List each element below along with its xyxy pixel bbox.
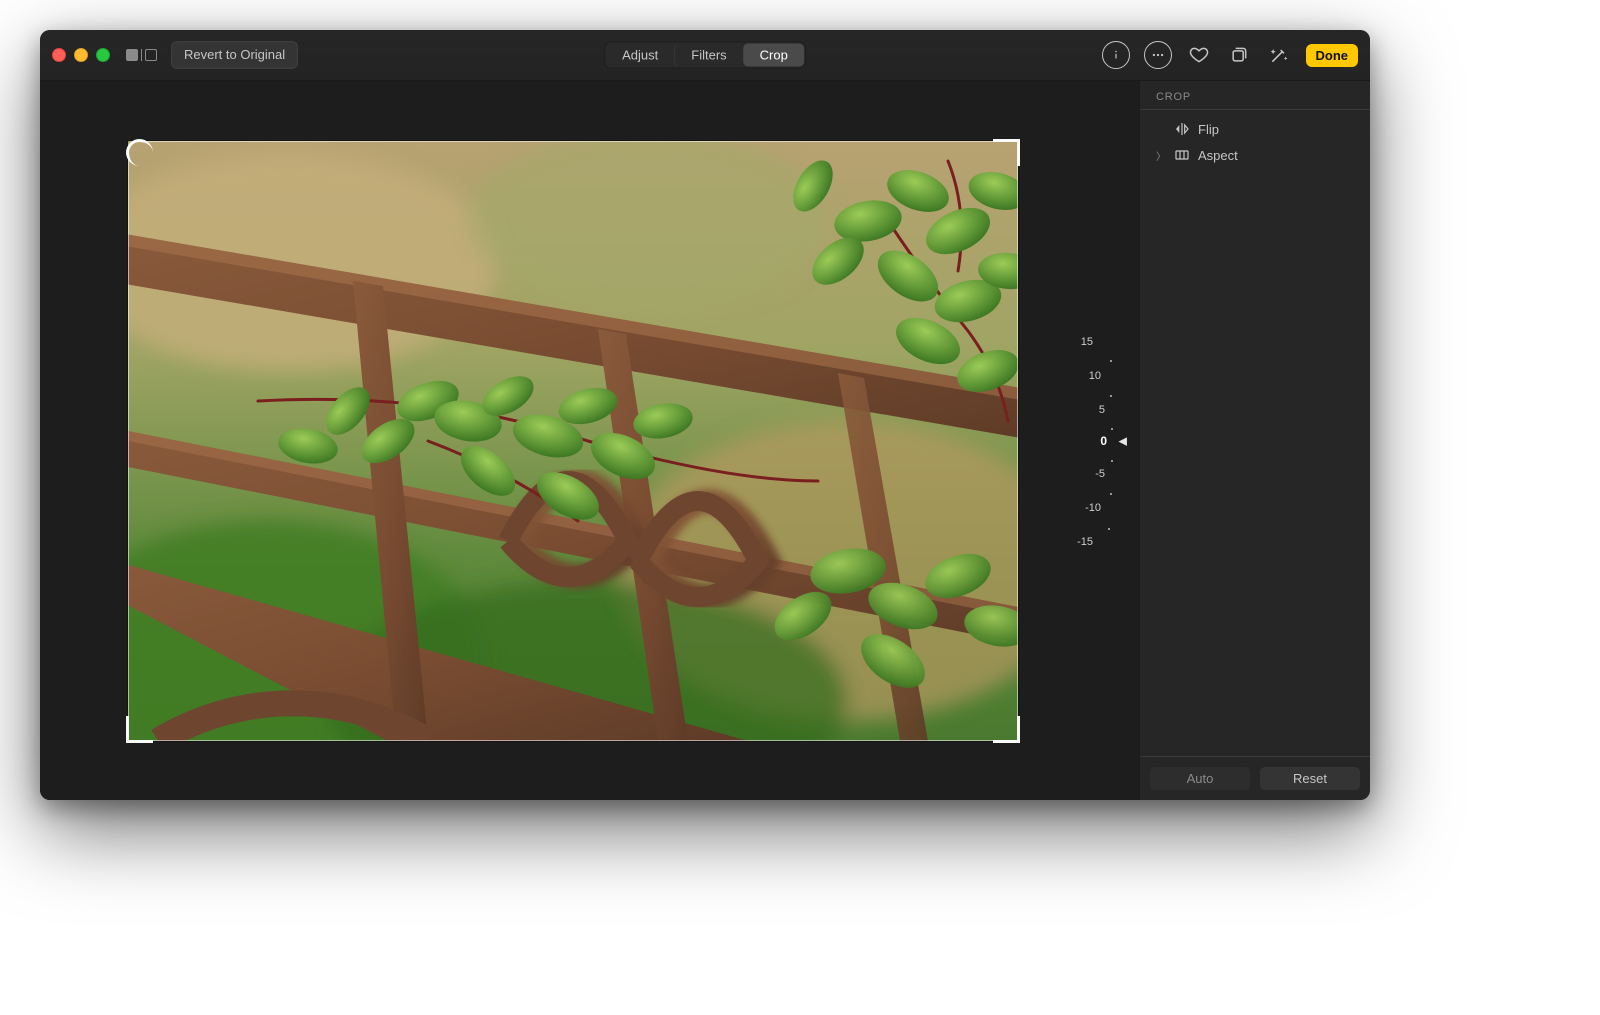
panel-list: Flip 〉 Aspect bbox=[1140, 110, 1370, 174]
svg-text:0: 0 bbox=[1100, 434, 1107, 448]
crop-handle-bl[interactable] bbox=[120, 721, 148, 749]
svg-text:-15: -15 bbox=[1077, 536, 1093, 548]
toolbar: Revert to Original Adjust Filters Crop bbox=[40, 30, 1370, 81]
rotate-icon bbox=[1229, 45, 1249, 65]
favorite-button[interactable] bbox=[1186, 42, 1212, 68]
aspect-icon bbox=[1174, 147, 1190, 163]
chevron-right-icon: 〉 bbox=[1156, 148, 1166, 163]
panel-title: CROP bbox=[1140, 81, 1370, 110]
auto-enhance-button[interactable] bbox=[1266, 42, 1292, 68]
svg-text:5: 5 bbox=[1099, 404, 1105, 416]
edit-mode-tabs: Adjust Filters Crop bbox=[604, 42, 806, 69]
tab-adjust[interactable]: Adjust bbox=[606, 44, 674, 67]
more-button[interactable] bbox=[1144, 41, 1172, 69]
dial-svg: 15 10 5 0 -5 -10 -15 bbox=[873, 321, 1113, 561]
crop-handle-tl[interactable] bbox=[120, 133, 148, 161]
toolbar-right: Done bbox=[1102, 41, 1359, 69]
info-icon bbox=[1109, 48, 1123, 62]
straighten-dial[interactable]: 15 10 5 0 -5 -10 -15 bbox=[873, 321, 1113, 561]
crop-handle-tr[interactable] bbox=[998, 133, 1026, 161]
done-button[interactable]: Done bbox=[1306, 44, 1359, 67]
wand-icon bbox=[1269, 45, 1289, 65]
flip-icon bbox=[1174, 121, 1190, 137]
panel-row-flip[interactable]: Flip bbox=[1150, 116, 1360, 142]
sidebar-icon bbox=[126, 49, 138, 61]
svg-text:15: 15 bbox=[1081, 336, 1093, 348]
tab-crop[interactable]: Crop bbox=[743, 44, 804, 67]
svg-text:-5: -5 bbox=[1095, 468, 1105, 480]
photos-edit-window: Revert to Original Adjust Filters Crop bbox=[40, 30, 1370, 800]
auto-crop-button[interactable]: Auto bbox=[1150, 767, 1250, 790]
crop-handle-br[interactable] bbox=[998, 721, 1026, 749]
sidebar-toggle-button[interactable] bbox=[126, 49, 157, 61]
split-icon bbox=[141, 49, 142, 61]
reset-crop-button[interactable]: Reset bbox=[1260, 767, 1360, 790]
info-button[interactable] bbox=[1102, 41, 1130, 69]
dial-pointer-icon: ◀ bbox=[1119, 434, 1127, 447]
tab-filters[interactable]: Filters bbox=[674, 44, 742, 67]
svg-text:10: 10 bbox=[1089, 370, 1101, 382]
panel-row-aspect-label: Aspect bbox=[1198, 148, 1238, 163]
panel-footer: Auto Reset bbox=[1140, 756, 1370, 800]
editor-body: 15 10 5 0 -5 -10 -15 bbox=[40, 81, 1370, 800]
heart-icon bbox=[1189, 45, 1209, 65]
svg-text:-10: -10 bbox=[1085, 502, 1101, 514]
minimize-window-button[interactable] bbox=[74, 48, 88, 62]
fullscreen-window-button[interactable] bbox=[96, 48, 110, 62]
panel-row-flip-label: Flip bbox=[1198, 122, 1219, 137]
close-window-button[interactable] bbox=[52, 48, 66, 62]
content-icon bbox=[145, 49, 157, 61]
rotate-button[interactable] bbox=[1226, 42, 1252, 68]
window-controls bbox=[52, 48, 110, 62]
more-icon bbox=[1151, 48, 1165, 62]
crop-panel: CROP Flip 〉 bbox=[1139, 81, 1370, 800]
canvas-area: 15 10 5 0 -5 -10 -15 bbox=[40, 81, 1139, 800]
panel-row-aspect[interactable]: 〉 Aspect bbox=[1150, 142, 1360, 168]
revert-to-original-button[interactable]: Revert to Original bbox=[171, 41, 298, 69]
